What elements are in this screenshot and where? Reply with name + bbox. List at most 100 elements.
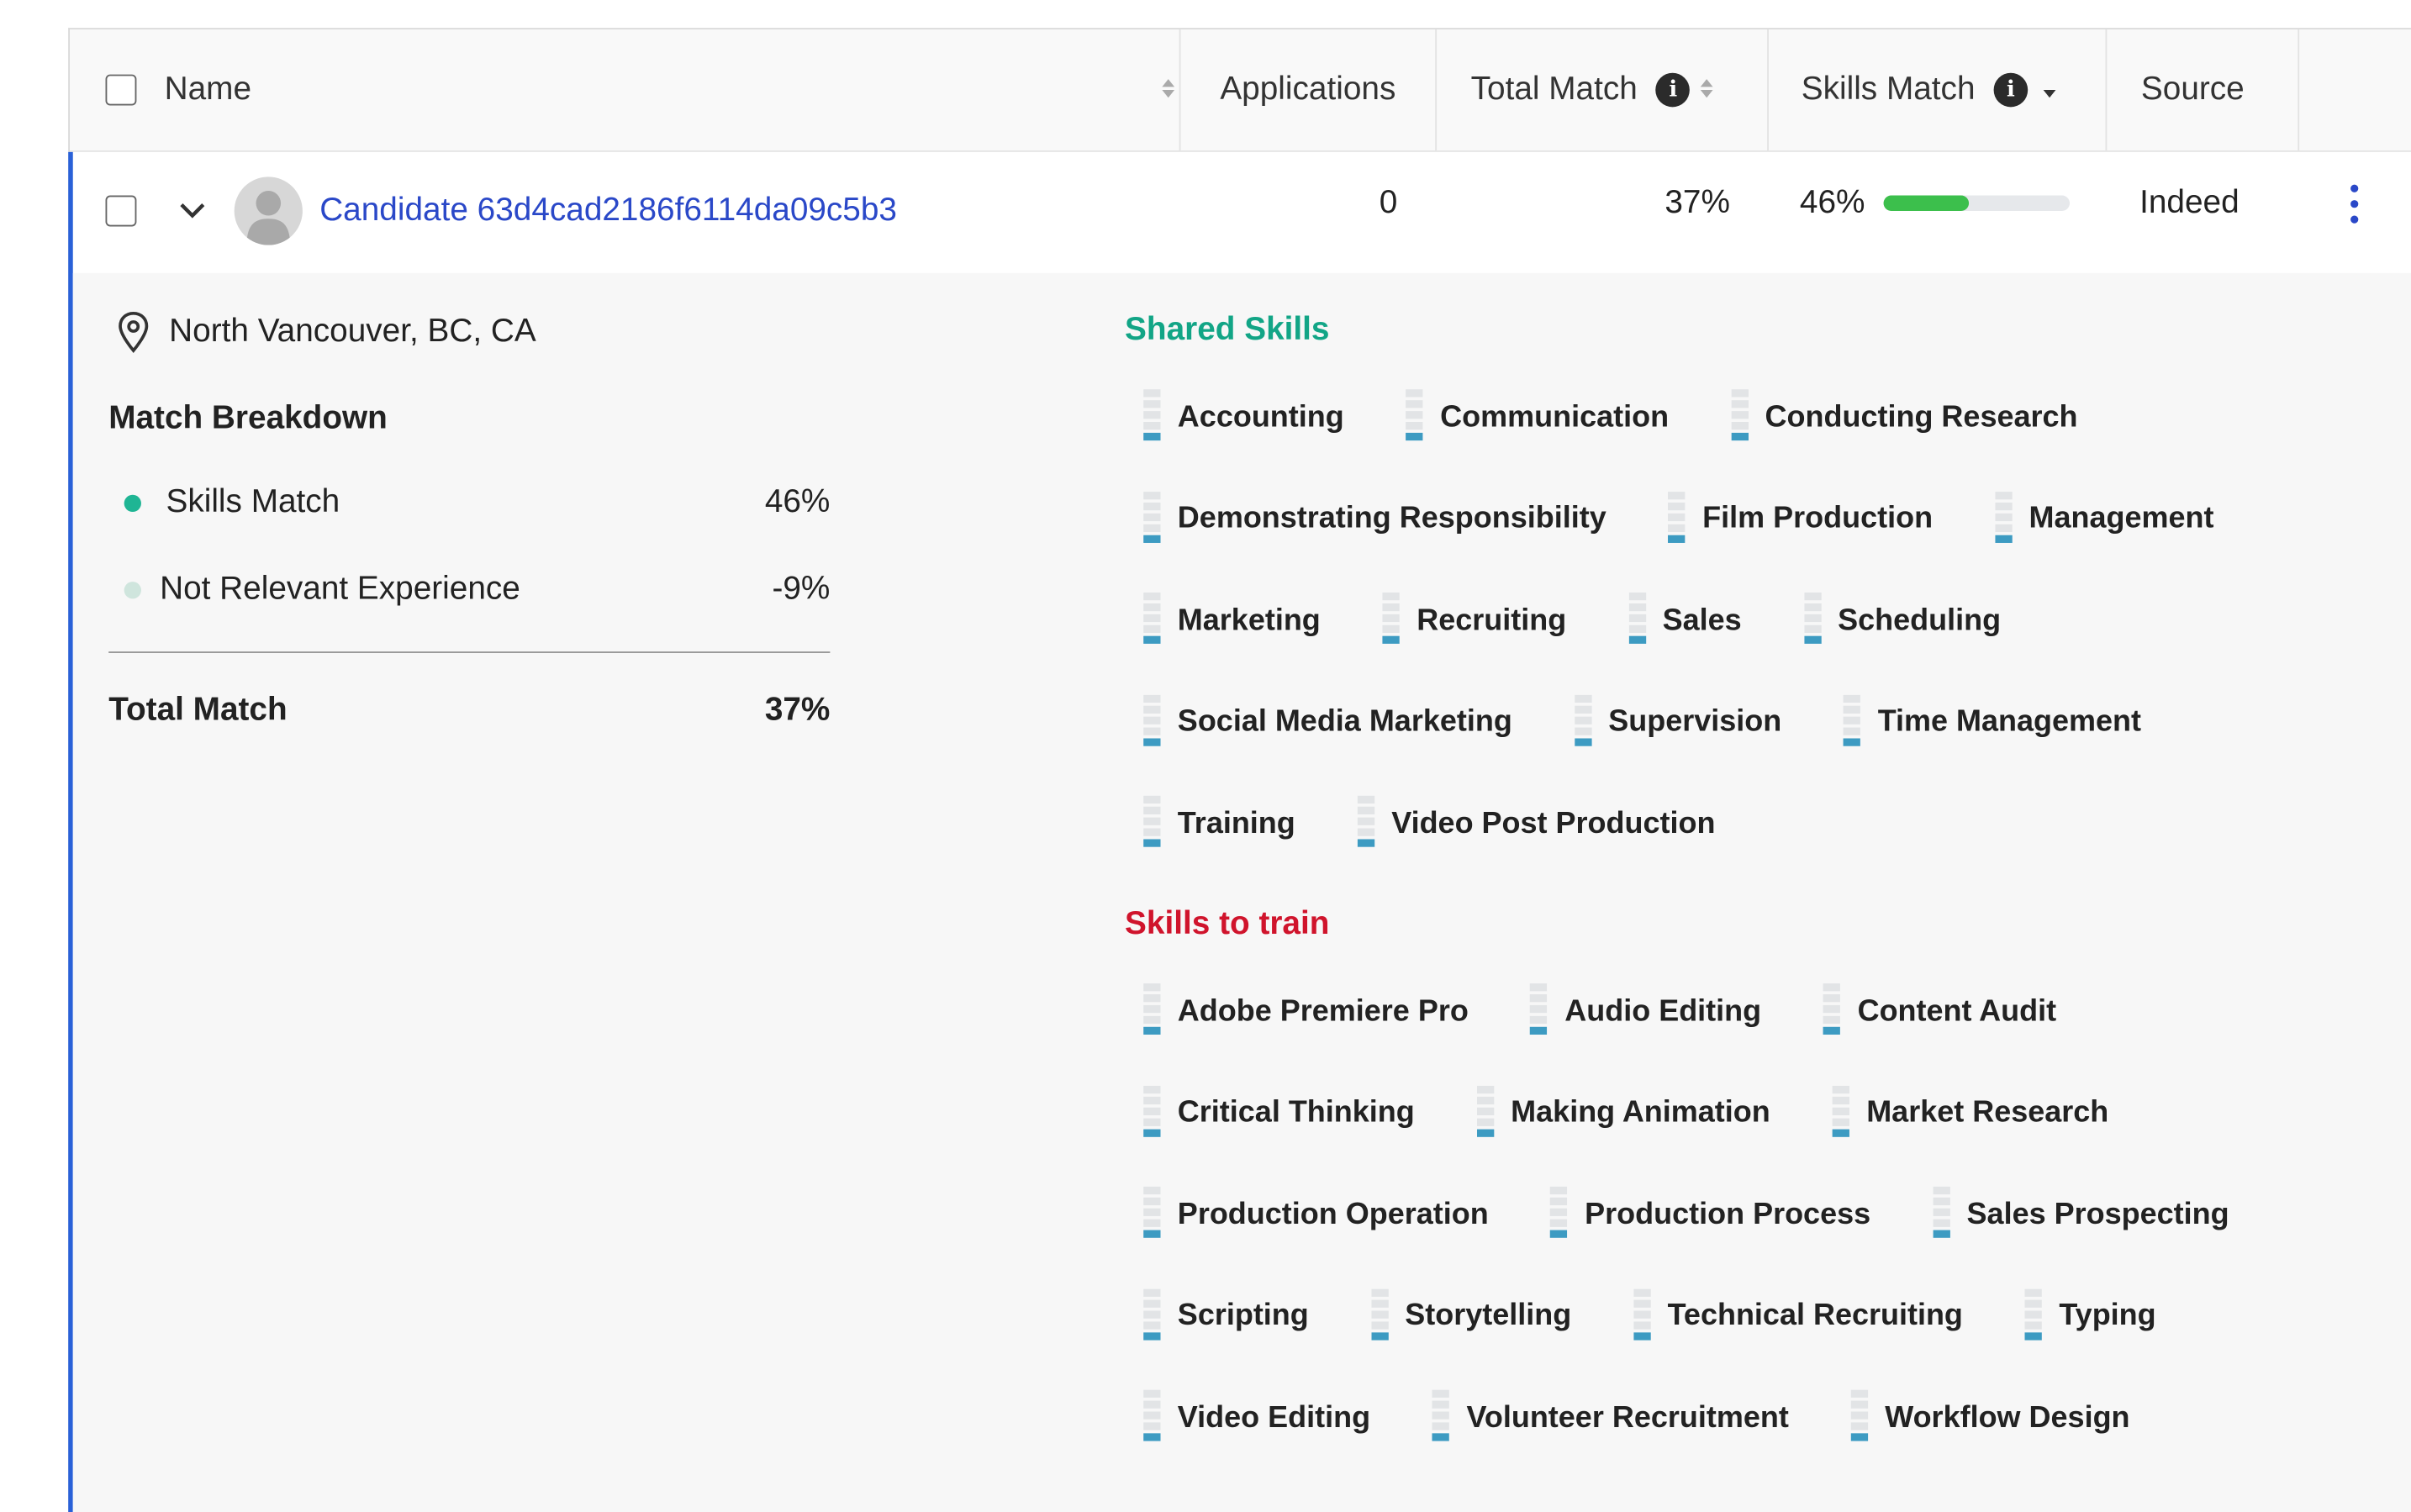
skill-level-icon <box>1628 593 1646 648</box>
skill-chip: Content Audit <box>1823 983 2056 1039</box>
skill-chip: Storytelling <box>1370 1288 1571 1344</box>
skill-chip: Workflow Design <box>1850 1389 2130 1446</box>
skill-label: Training <box>1177 805 1295 840</box>
skill-chip: Time Management <box>1844 693 2141 750</box>
table-row[interactable]: Candidate 63d4cad2186f6114da09c5b3 0 37%… <box>70 151 2411 271</box>
row-select-cell[interactable] <box>105 152 137 270</box>
candidates-table: Name Applications Total Match i Skills M… <box>68 28 2411 1512</box>
skill-label: Management <box>2029 501 2214 535</box>
skill-label: Making Animation <box>1511 1094 1770 1130</box>
skill-chip: Market Research <box>1832 1084 2108 1141</box>
skill-level-icon <box>1432 1389 1450 1446</box>
expand-toggle[interactable] <box>178 152 206 270</box>
skill-level-icon <box>1143 1084 1161 1141</box>
match-breakdown-value: 46% <box>764 483 831 520</box>
total-match-percent: 37% <box>1664 184 1730 221</box>
skill-label: Demonstrating Responsibility <box>1177 501 1606 535</box>
skill-chip: Typing <box>2024 1288 2156 1344</box>
skill-level-icon <box>1530 983 1548 1039</box>
header-source-label: Source <box>2140 71 2245 108</box>
skill-label: Video Post Production <box>1391 805 1716 840</box>
sort-icon[interactable] <box>1161 71 1176 108</box>
skill-label: Communication <box>1440 399 1670 434</box>
skill-level-icon <box>1143 1288 1161 1344</box>
skills-to-train-list: Adobe Premiere Pro Audio Editing Content A… <box>1143 983 2411 1446</box>
match-breakdown-label: Not Relevant Experience <box>160 571 520 607</box>
skill-level-icon <box>1803 593 1821 648</box>
match-breakdown-total: Total Match 37% <box>108 692 830 729</box>
skill-chip: Sales Prospecting <box>1932 1186 2229 1242</box>
header-skills-match-column[interactable]: Skills Match i <box>1767 29 2105 151</box>
skill-chip: Scripting <box>1143 1288 1309 1344</box>
header-name-label: Name <box>164 71 252 108</box>
skill-level-icon <box>1850 1389 1868 1446</box>
kebab-menu-icon[interactable] <box>2350 152 2359 255</box>
skill-level-icon <box>1730 389 1749 445</box>
total-match-label: Total Match <box>108 692 288 728</box>
skill-level-icon <box>1832 1084 1849 1141</box>
skill-chip: Supervision <box>1574 693 1782 750</box>
skill-chip: Conducting Research <box>1730 389 2078 445</box>
skills-match-progress-fill <box>1883 195 1970 212</box>
skill-level-icon <box>1823 983 1841 1039</box>
source-value: Indeed <box>2139 152 2240 255</box>
skill-level-icon <box>1143 1186 1161 1242</box>
shared-skills-title: Shared Skills <box>1125 311 1330 348</box>
skill-level-icon <box>1143 593 1161 648</box>
match-breakdown-title: Match Breakdown <box>108 400 388 436</box>
skill-label: Audio Editing <box>1564 993 1762 1028</box>
caret-down-icon[interactable] <box>2042 71 2057 108</box>
row-checkbox[interactable] <box>105 195 137 227</box>
skills-match-value: 46% <box>1800 152 2071 255</box>
avatar-icon <box>234 176 303 245</box>
skill-level-icon <box>1143 693 1161 750</box>
candidate-name[interactable]: Candidate 63d4cad2186f6114da09c5b3 <box>319 192 897 229</box>
skill-chip: Communication <box>1406 389 1670 445</box>
candidate-name-link[interactable]: Candidate 63d4cad2186f6114da09c5b3 <box>319 152 897 270</box>
info-icon[interactable]: i <box>1655 72 1691 108</box>
skill-label: Sales Prospecting <box>1966 1196 2229 1231</box>
source-name: Indeed <box>2139 184 2240 221</box>
skill-label: Supervision <box>1608 703 1782 739</box>
location-text: North Vancouver, BC, CA <box>169 313 536 350</box>
skill-chip: Film Production <box>1668 491 1933 546</box>
skill-label: Adobe Premiere Pro <box>1177 993 1469 1028</box>
skill-level-icon <box>1357 795 1374 851</box>
skill-label: Marketing <box>1177 603 1321 637</box>
avatar <box>234 176 303 245</box>
header-applications-column[interactable]: Applications <box>1179 29 1436 151</box>
skill-level-icon <box>1382 593 1400 648</box>
skill-label: Recruiting <box>1417 603 1567 637</box>
skill-chip: Making Animation <box>1476 1084 1770 1141</box>
shared-skills-list: Accounting Communication Conducting Resear… <box>1143 389 2411 851</box>
skill-label: Production Process <box>1585 1196 1871 1231</box>
kebab-menu[interactable] <box>2350 183 2359 223</box>
location: North Vancouver, BC, CA <box>116 310 536 354</box>
skill-level-icon <box>1143 1389 1161 1446</box>
match-breakdown-skills-row: Skills Match 46% <box>108 484 830 521</box>
skill-chip: Technical Recruiting <box>1633 1288 1963 1344</box>
header-name-column[interactable]: Name <box>105 29 1176 150</box>
select-all-checkbox[interactable] <box>105 74 137 106</box>
applications-count: 0 <box>1379 184 1398 221</box>
skill-label: Workflow Design <box>1885 1399 2130 1435</box>
info-icon[interactable]: i <box>1993 72 2029 108</box>
chevron-down-icon[interactable] <box>178 202 206 220</box>
skill-level-icon <box>1574 693 1591 750</box>
skill-level-icon <box>1143 491 1161 546</box>
skill-label: Conducting Research <box>1765 399 2078 434</box>
sort-icon[interactable] <box>1700 71 1715 108</box>
header-actions-column <box>2298 29 2411 151</box>
skill-level-icon <box>1844 693 1861 750</box>
skills-to-train-title: Skills to train <box>1125 905 1330 942</box>
skill-level-icon <box>1143 983 1161 1039</box>
header-source-column[interactable]: Source <box>2105 29 2298 151</box>
match-breakdown-value: -9% <box>772 571 831 607</box>
skill-label: Social Media Marketing <box>1177 703 1512 739</box>
header-skills-match-label: Skills Match <box>1801 71 1976 108</box>
skill-label: Volunteer Recruitment <box>1466 1399 1789 1435</box>
skill-level-icon <box>1476 1084 1494 1141</box>
total-match-value: 37% <box>1664 152 1730 255</box>
header-total-match-column[interactable]: Total Match i <box>1435 29 1767 151</box>
skill-level-icon <box>1668 491 1686 546</box>
